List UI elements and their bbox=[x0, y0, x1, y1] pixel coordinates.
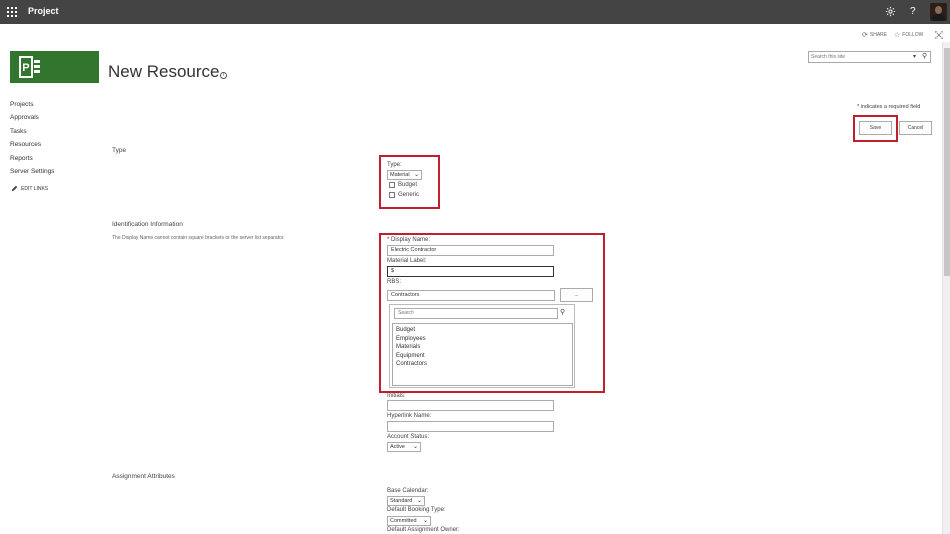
site-search[interactable]: ▾ ⚲ bbox=[808, 51, 931, 63]
list-item[interactable]: Budget bbox=[396, 327, 415, 333]
base-calendar-label: Base Calendar: bbox=[387, 488, 429, 494]
generic-checkbox-box[interactable] bbox=[389, 192, 395, 198]
display-name-field[interactable]: Electric Contractor bbox=[387, 245, 554, 256]
required-note-text: indicates a required field bbox=[860, 104, 921, 110]
type-section-title: Type bbox=[112, 147, 127, 154]
picker-search-input[interactable]: Search bbox=[394, 308, 558, 319]
rbs-browse-button[interactable]: ... bbox=[560, 288, 593, 302]
waffle-icon[interactable] bbox=[7, 7, 17, 17]
search-icon[interactable]: ⚲ bbox=[560, 308, 565, 316]
identification-description: The Display Name cannot contain square b… bbox=[112, 235, 285, 241]
base-calendar-value: Standard bbox=[390, 498, 413, 504]
chevron-down-icon: ⌄ bbox=[413, 172, 419, 178]
save-button[interactable]: Save bbox=[859, 121, 892, 135]
nav-item-resources[interactable]: Resources bbox=[10, 138, 54, 151]
app-title[interactable]: Project bbox=[28, 6, 59, 16]
list-item[interactable]: Contractors bbox=[396, 361, 427, 367]
list-item[interactable]: Materials bbox=[396, 344, 420, 350]
budget-checkbox[interactable]: Budget bbox=[389, 182, 417, 188]
nav-item-reports[interactable]: Reports bbox=[10, 152, 54, 165]
type-select-value: Material bbox=[390, 172, 410, 178]
gear-icon[interactable] bbox=[885, 6, 896, 21]
focus-icon bbox=[935, 31, 943, 39]
default-booking-type-label: Default Booking Type: bbox=[387, 507, 446, 513]
nav-item-projects[interactable]: Projects bbox=[10, 98, 54, 111]
required-field-note: * indicates a required field bbox=[857, 104, 921, 110]
left-navigation: Projects Approvals Tasks Resources Repor… bbox=[10, 98, 54, 178]
help-icon[interactable]: ? bbox=[910, 6, 916, 18]
site-logo[interactable]: P bbox=[10, 51, 99, 83]
cancel-button[interactable]: Cancel bbox=[899, 121, 932, 135]
display-name-label-text: Display Name: bbox=[391, 237, 431, 243]
chevron-down-icon: ⌄ bbox=[416, 498, 422, 504]
list-item[interactable]: Equipment bbox=[396, 353, 425, 359]
base-calendar-select[interactable]: Standard ⌄ bbox=[387, 496, 425, 506]
svg-text:P: P bbox=[22, 62, 29, 74]
star-icon: ☆ bbox=[894, 32, 901, 39]
info-icon[interactable]: i bbox=[220, 72, 227, 79]
rbs-option-list: Budget Employees Materials Equipment Con… bbox=[392, 323, 573, 386]
account-status-label: Account Status: bbox=[387, 434, 430, 440]
display-name-label: * Display Name: bbox=[387, 237, 431, 243]
search-input[interactable] bbox=[809, 52, 905, 62]
default-booking-type-select[interactable]: Committed ⌄ bbox=[387, 516, 431, 526]
nav-item-approvals[interactable]: Approvals bbox=[10, 111, 54, 124]
search-scope-dropdown-icon[interactable]: ▾ bbox=[913, 53, 916, 60]
share-icon: ⟳ bbox=[862, 32, 868, 39]
suite-bar: Project ? bbox=[0, 0, 950, 24]
follow-button[interactable]: ☆ FOLLOW bbox=[894, 31, 923, 39]
scroll-thumb[interactable] bbox=[944, 48, 950, 276]
page-title: New Resource bbox=[108, 62, 220, 81]
generic-checkbox-label: Generic bbox=[398, 192, 420, 198]
nav-item-tasks[interactable]: Tasks bbox=[10, 125, 54, 138]
type-label: Type: bbox=[387, 162, 402, 168]
share-label: SHARE bbox=[869, 32, 888, 38]
hyperlink-name-field[interactable] bbox=[387, 421, 554, 432]
initials-field[interactable] bbox=[387, 400, 554, 411]
share-button[interactable]: ⟳ SHARE bbox=[862, 31, 887, 39]
default-booking-type-value: Committed bbox=[390, 518, 417, 524]
account-status-select[interactable]: Active ⌄ bbox=[387, 442, 421, 452]
project-logo-icon: P bbox=[19, 56, 40, 78]
initials-label: Initials: bbox=[387, 393, 406, 399]
follow-label: FOLLOW bbox=[902, 32, 924, 38]
list-item[interactable]: Employees bbox=[396, 336, 426, 342]
budget-checkbox-label: Budget bbox=[398, 182, 418, 188]
material-label-field[interactable]: $ bbox=[387, 266, 554, 277]
budget-checkbox-box[interactable] bbox=[389, 182, 395, 188]
search-icon[interactable]: ⚲ bbox=[922, 52, 927, 60]
assignment-section-title: Assignment Attributes bbox=[112, 473, 175, 480]
avatar[interactable] bbox=[930, 3, 947, 21]
chevron-down-icon: ⌄ bbox=[412, 444, 418, 450]
type-select[interactable]: Material ⌄ bbox=[387, 170, 422, 180]
rbs-field[interactable]: Contractors bbox=[387, 290, 555, 301]
edit-links-label: EDIT LINKS bbox=[21, 185, 49, 192]
hyperlink-name-label: Hyperlink Name: bbox=[387, 413, 432, 419]
identification-section-title: Identification Information bbox=[112, 221, 183, 228]
rbs-label: RBS: bbox=[387, 279, 402, 285]
material-label-label: Material Label: bbox=[387, 258, 427, 264]
nav-item-server-settings[interactable]: Server Settings bbox=[10, 165, 54, 178]
account-status-value: Active bbox=[390, 444, 405, 450]
vertical-scrollbar[interactable] bbox=[942, 42, 950, 534]
focus-content-button[interactable] bbox=[935, 31, 943, 39]
rbs-picker-dropdown: Search ⚲ Budget Employees Materials Equi… bbox=[389, 304, 575, 388]
generic-checkbox[interactable]: Generic bbox=[389, 192, 419, 198]
default-assignment-owner-label: Default Assignment Owner: bbox=[387, 527, 460, 533]
chevron-down-icon: ⌄ bbox=[422, 518, 428, 524]
edit-links[interactable]: EDIT LINKS bbox=[11, 185, 48, 192]
pencil-icon bbox=[11, 185, 18, 192]
